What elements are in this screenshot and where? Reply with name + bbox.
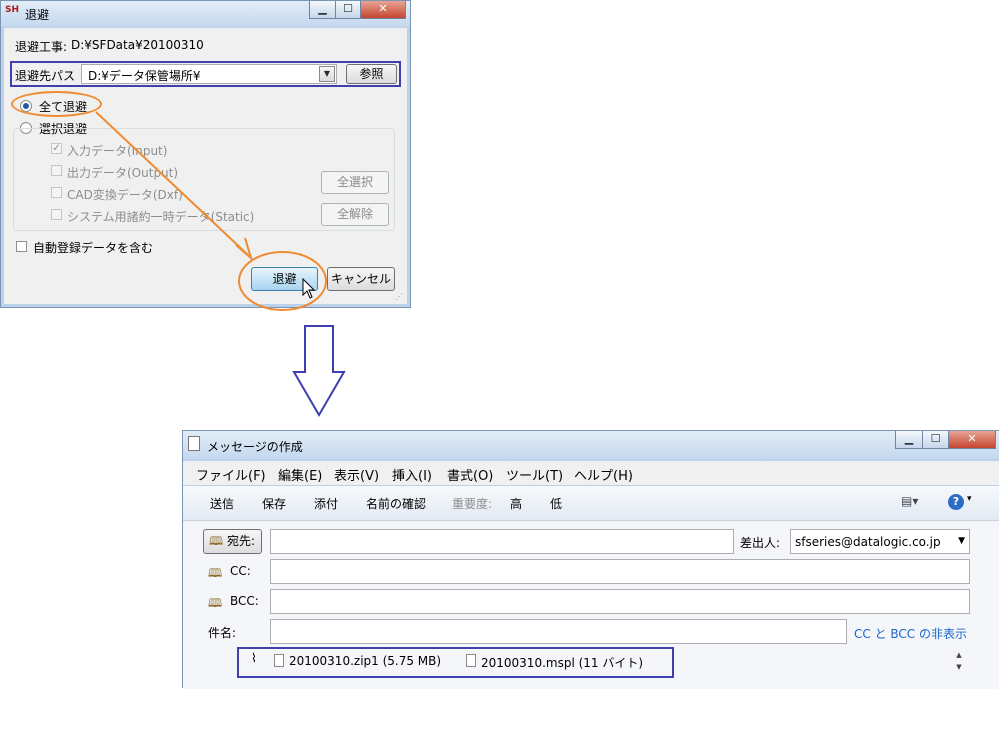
- compose-close-button[interactable]: ✕: [948, 431, 996, 449]
- menu-insert[interactable]: 挿入(I): [392, 465, 432, 484]
- to-button[interactable]: 🕮 宛先:: [203, 529, 262, 554]
- compose-header: 🕮 宛先: 差出人: sfseries@datalogic.co.jp ▼ 🕮 …: [183, 521, 999, 689]
- priority-label: 重要度:: [452, 497, 493, 511]
- compose-titlebar: メッセージの作成 ▁ ☐ ✕: [183, 431, 999, 459]
- from-value: sfseries@datalogic.co.jp: [795, 535, 941, 549]
- cc-address-book-icon[interactable]: 🕮: [208, 564, 222, 585]
- subject-field[interactable]: [270, 619, 847, 644]
- compose-title: メッセージの作成: [207, 440, 303, 454]
- bcc-address-book-icon[interactable]: 🕮: [208, 594, 222, 615]
- priority-high-button[interactable]: 高: [510, 495, 522, 512]
- from-label: 差出人:: [740, 536, 781, 550]
- menu-format[interactable]: 書式(O): [447, 465, 493, 484]
- to-label: 宛先:: [226, 534, 256, 548]
- cc-field[interactable]: [270, 559, 970, 584]
- send-button[interactable]: 送信: [210, 495, 234, 512]
- menu-view[interactable]: 表示(V): [334, 465, 379, 484]
- help-icon[interactable]: ?: [948, 494, 964, 510]
- minimize-icon: ▁: [904, 432, 914, 445]
- hide-cc-bcc-link[interactable]: CC と BCC の非表示: [854, 625, 967, 642]
- subject-label: 件名:: [208, 626, 237, 640]
- address-book-icon: 🕮: [209, 534, 224, 548]
- maximize-icon: ☐: [930, 432, 941, 445]
- attach-button[interactable]: 添付: [314, 495, 338, 512]
- down-arrow-icon: [292, 325, 346, 417]
- attachment-highlight-box: [237, 647, 674, 678]
- to-field[interactable]: [270, 529, 734, 554]
- chevron-down-icon: ▼: [958, 536, 965, 546]
- cc-label[interactable]: CC:: [230, 564, 251, 578]
- compose-window: メッセージの作成 ▁ ☐ ✕ ファイル(F) 編集(E) 表示(V) 挿入(I)…: [182, 430, 999, 689]
- menu-tools[interactable]: ツール(T): [506, 465, 563, 484]
- bcc-field[interactable]: [270, 589, 970, 614]
- priority-low-button[interactable]: 低: [550, 495, 562, 512]
- menu-help[interactable]: ヘルプ(H): [574, 465, 633, 484]
- menu-file[interactable]: ファイル(F): [196, 465, 266, 484]
- attachment-scrollbar[interactable]: ▲ ▼: [952, 649, 966, 676]
- help-dropdown-icon[interactable]: ▾: [967, 494, 972, 504]
- compose-doc-icon: [188, 436, 200, 451]
- compose-minimize-button[interactable]: ▁: [895, 431, 923, 449]
- bcc-label[interactable]: BCC:: [230, 594, 259, 608]
- menu-edit[interactable]: 編集(E): [278, 465, 322, 484]
- from-select[interactable]: sfseries@datalogic.co.jp ▼: [790, 529, 970, 554]
- view-options-icon[interactable]: ▤▾: [901, 494, 918, 508]
- mouse-cursor-icon: [302, 278, 316, 299]
- check-names-button[interactable]: 名前の確認: [366, 495, 426, 512]
- save-button[interactable]: 保存: [262, 495, 286, 512]
- menu-bar: ファイル(F) 編集(E) 表示(V) 挿入(I) 書式(O) ツール(T) ヘ…: [183, 461, 999, 485]
- close-icon: ✕: [967, 432, 977, 445]
- compose-maximize-button[interactable]: ☐: [922, 431, 949, 449]
- toolbar: 送信 保存 添付 名前の確認 重要度: 高 低 ▤▾ ? ▾: [183, 486, 999, 521]
